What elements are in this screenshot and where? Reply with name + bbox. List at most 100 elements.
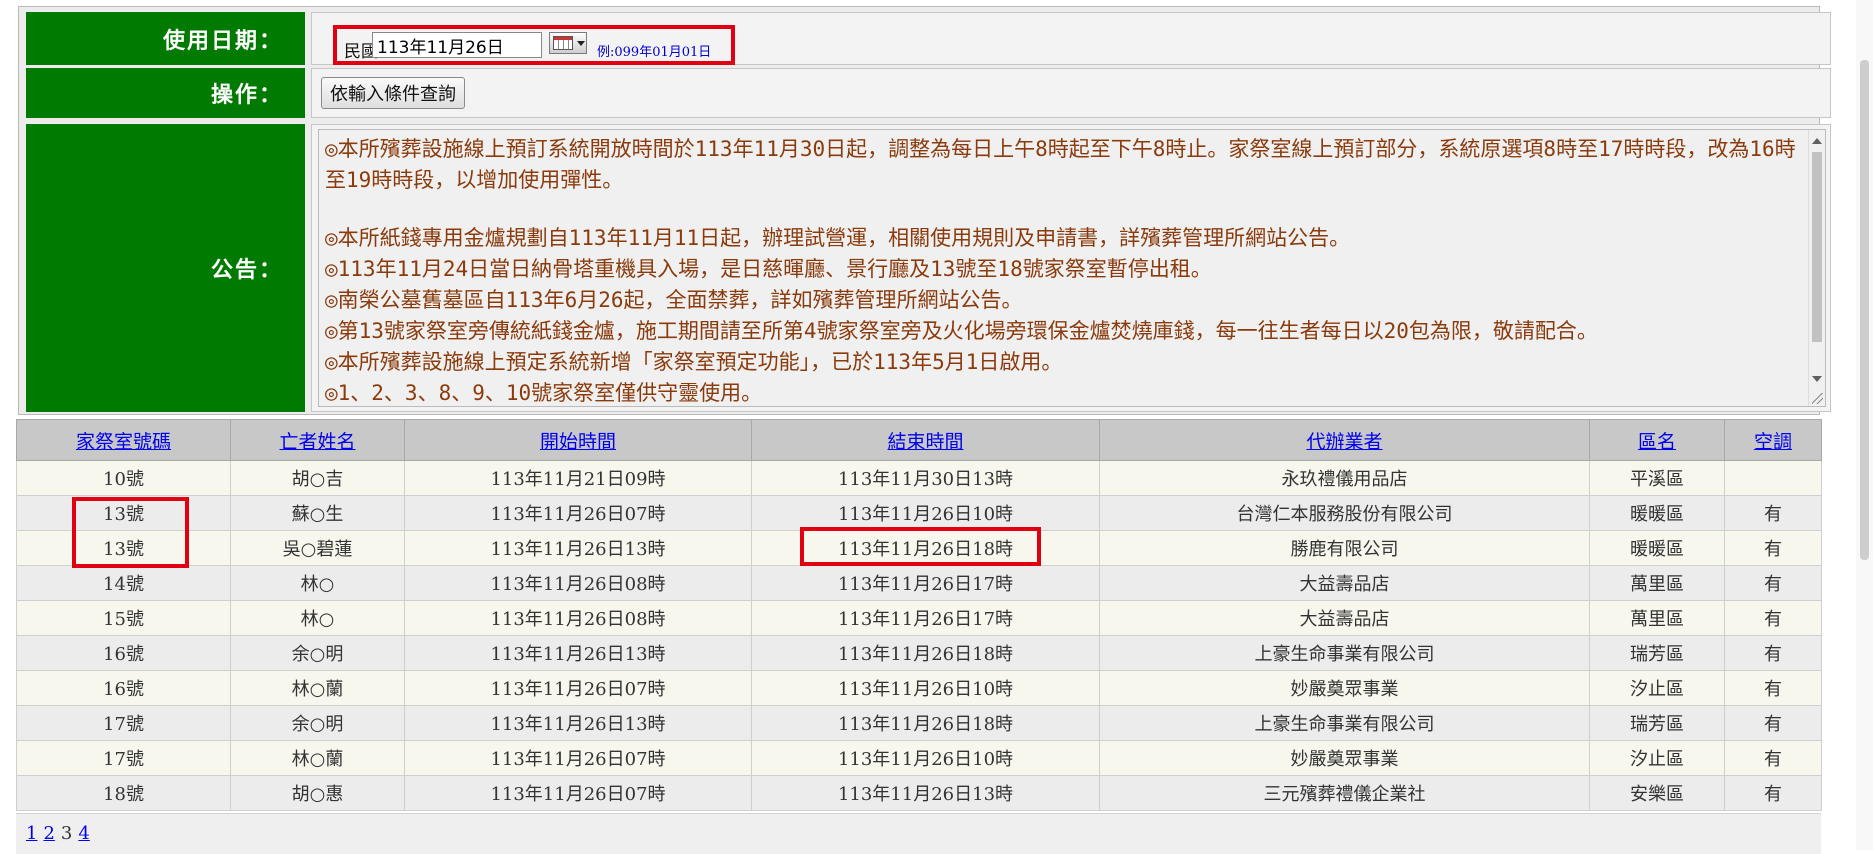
sort-link[interactable]: 開始時間 (540, 431, 616, 453)
date-label: 使用日期： (26, 12, 305, 65)
start-time-cell: 113年11月26日07時 (404, 775, 752, 811)
room-number-cell: 14號 (16, 565, 231, 601)
air-conditioning-cell: 有 (1724, 705, 1822, 741)
page-link[interactable]: 2 (43, 823, 54, 844)
page-scroll-thumb[interactable] (1860, 60, 1869, 560)
page-link[interactable]: 4 (78, 823, 89, 844)
notice-item: ◎本所殯葬設施線上預定系統新增「家祭室預定功能」，已於113年5月1日啟用。 (325, 350, 1063, 374)
air-conditioning-cell: 有 (1724, 775, 1822, 811)
end-time-cell: 113年11月26日18時 (751, 530, 1100, 566)
room-number-cell: 16號 (16, 670, 231, 706)
current-page: 3 (60, 823, 73, 844)
district-cell: 汐止區 (1589, 740, 1725, 776)
air-conditioning-cell: 有 (1724, 600, 1822, 636)
end-time-cell: 113年11月26日10時 (751, 495, 1100, 531)
query-button[interactable]: 依輸入條件查詢 (321, 77, 465, 109)
sort-link[interactable]: 亡者姓名 (279, 431, 355, 453)
date-input[interactable] (372, 32, 542, 58)
page-scrollbar[interactable] (1856, 0, 1873, 850)
operation-cell: 依輸入條件查詢 (311, 68, 1831, 118)
table-header-row: 家祭室號碼 亡者姓名 開始時間 結束時間 代辦業者 區名 空調 (16, 419, 1822, 461)
scroll-down-icon[interactable] (1812, 376, 1822, 382)
deceased-name-cell: 林○蘭 (230, 670, 405, 706)
date-field-cell: 民國 例:099年01月01日 (311, 12, 1831, 65)
calendar-picker-button[interactable] (549, 32, 587, 54)
sort-link[interactable]: 代辦業者 (1306, 431, 1382, 453)
agent-cell: 上豪生命事業有限公司 (1099, 635, 1590, 671)
district-cell: 暖暖區 (1589, 530, 1725, 566)
agent-cell: 大益壽品店 (1099, 600, 1590, 636)
agent-cell: 三元殯葬禮儀企業社 (1099, 775, 1590, 811)
air-conditioning-cell: 有 (1724, 670, 1822, 706)
start-time-cell: 113年11月26日07時 (404, 670, 752, 706)
sort-link[interactable]: 區名 (1638, 431, 1676, 453)
start-time-cell: 113年11月26日13時 (404, 635, 752, 671)
district-cell: 平溪區 (1589, 460, 1725, 496)
room-number-cell: 17號 (16, 705, 231, 741)
deceased-name-cell: 吳○碧蓮 (230, 530, 405, 566)
notice-item: ◎1、2、3、8、9、10號家祭室僅供守靈使用。 (325, 381, 763, 405)
end-time-cell: 113年11月26日10時 (751, 670, 1100, 706)
end-time-cell: 113年11月26日13時 (751, 775, 1100, 811)
deceased-name-cell: 胡○惠 (230, 775, 405, 811)
district-cell: 萬里區 (1589, 565, 1725, 601)
start-time-cell: 113年11月26日08時 (404, 600, 752, 636)
table-row: 17號 余○明 113年11月26日13時 113年11月26日18時 上豪生命事業有限… (16, 705, 1822, 741)
calendar-icon (553, 36, 573, 50)
table-row: 15號 林○ 113年11月26日08時 113年11月26日17時 大益壽品店 萬里區有 (16, 600, 1822, 636)
header-agent: 代辦業者 (1099, 419, 1590, 461)
agent-cell: 大益壽品店 (1099, 565, 1590, 601)
district-cell: 萬里區 (1589, 600, 1725, 636)
scroll-up-icon[interactable] (1812, 138, 1822, 144)
start-time-cell: 113年11月21日09時 (404, 460, 752, 496)
notice-item: ◎本所殯葬設施線上預訂系統開放時間於113年11月30日起，調整為每日上午8時起… (325, 137, 1796, 192)
notice-item: ◎113年11月24日當日納骨塔重機具入場，是日慈暉廳、景行廳及13號至18號家… (325, 257, 1212, 281)
pagination: 1234 (26, 823, 96, 844)
agent-cell: 台灣仁本服務股份有限公司 (1099, 495, 1590, 531)
notice-text: ◎本所殯葬設施線上預訂系統開放時間於113年11月30日起，調整為每日上午8時起… (325, 134, 1805, 406)
end-time-cell: 113年11月26日17時 (751, 565, 1100, 601)
deceased-name-cell: 林○ (230, 565, 405, 601)
agent-cell: 妙嚴奠眾事業 (1099, 670, 1590, 706)
district-cell: 暖暖區 (1589, 495, 1725, 531)
district-cell: 瑞芳區 (1589, 705, 1725, 741)
table-row: 16號 余○明 113年11月26日13時 113年11月26日18時 上豪生命事業有限… (16, 635, 1822, 671)
notice-item: ◎本所紙錢專用金爐規劃自113年11月11日起，辦理試營運，相關使用規則及申請書… (325, 226, 1351, 250)
deceased-name-cell: 余○明 (230, 635, 405, 671)
chevron-down-icon (577, 40, 585, 46)
deceased-name-cell: 余○明 (230, 705, 405, 741)
district-cell: 瑞芳區 (1589, 635, 1725, 671)
agent-cell: 上豪生命事業有限公司 (1099, 705, 1590, 741)
search-form-panel: 使用日期： 民國 例:099年01月01日 操作： 依輸入條件查詢 公告： ◎本… (18, 6, 1831, 415)
start-time-cell: 113年11月26日13時 (404, 530, 752, 566)
deceased-name-cell: 蘇○生 (230, 495, 405, 531)
header-deceased-name: 亡者姓名 (230, 419, 405, 461)
scroll-thumb[interactable] (1812, 152, 1822, 342)
end-time-cell: 113年11月30日13時 (751, 460, 1100, 496)
table-row: 13號 吳○碧蓮 113年11月26日13時 113年11月26日18時 勝鹿有限公司暖… (16, 530, 1822, 566)
header-room-number: 家祭室號碼 (16, 419, 231, 461)
table-row: 13號 蘇○生 113年11月26日07時 113年11月26日10時 台灣仁本服務股份… (16, 495, 1822, 531)
booking-table: 家祭室號碼 亡者姓名 開始時間 結束時間 代辦業者 區名 空調 10號 胡○吉 11… (16, 419, 1822, 811)
start-time-cell: 113年11月26日13時 (404, 705, 752, 741)
header-district: 區名 (1589, 419, 1725, 461)
sort-link[interactable]: 結束時間 (887, 431, 963, 453)
table-row: 10號 胡○吉 113年11月21日09時 113年11月30日13時 永玖禮儀用品店平… (16, 460, 1822, 496)
header-end-time: 結束時間 (751, 419, 1100, 461)
table-row: 18號 胡○惠 113年11月26日07時 113年11月26日13時 三元殯葬禮儀企業… (16, 775, 1822, 811)
sort-link[interactable]: 空調 (1754, 431, 1792, 453)
end-time-cell: 113年11月26日10時 (751, 740, 1100, 776)
air-conditioning-cell: 有 (1724, 495, 1822, 531)
room-number-cell: 18號 (16, 775, 231, 811)
operation-label: 操作： (26, 68, 305, 118)
table-body: 10號 胡○吉 113年11月21日09時 113年11月30日13時 永玖禮儀用品店平… (16, 460, 1822, 811)
room-number-cell: 17號 (16, 740, 231, 776)
notice-scrollbar[interactable] (1808, 130, 1825, 406)
notice-textarea[interactable]: ◎本所殯葬設施線上預訂系統開放時間於113年11月30日起，調整為每日上午8時起… (318, 129, 1826, 407)
date-format-hint: 例:099年01月01日 (597, 45, 712, 60)
resize-grip-icon[interactable] (1812, 393, 1823, 404)
sort-link[interactable]: 家祭室號碼 (76, 431, 171, 453)
page-link[interactable]: 1 (26, 823, 37, 844)
booking-table-wrap: 家祭室號碼 亡者姓名 開始時間 結束時間 代辦業者 區名 空調 10號 胡○吉 11… (16, 419, 1822, 811)
start-time-cell: 113年11月26日07時 (404, 495, 752, 531)
